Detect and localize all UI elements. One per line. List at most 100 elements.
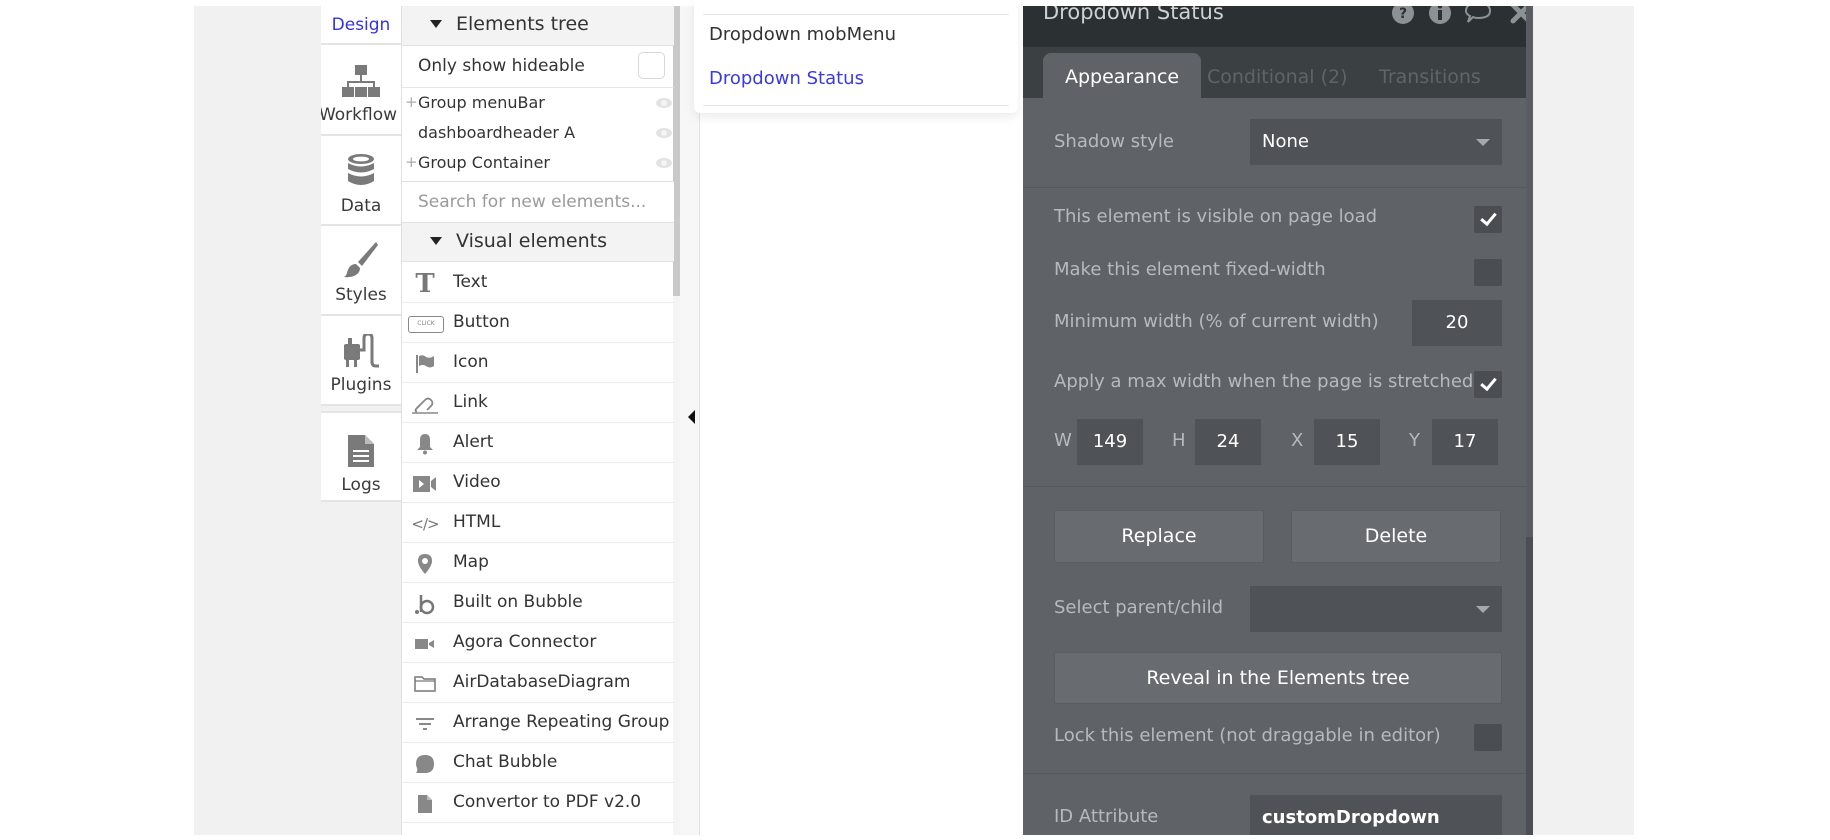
tree-item[interactable]: dashboardheader A (402, 120, 674, 150)
editor-sidebar: Design Workflow Data Styles Plugins Logs (321, 6, 401, 835)
elements-tree-header[interactable]: Elements tree (402, 6, 674, 46)
sidebar-tab-label: Logs (341, 475, 381, 495)
visual-element-label: Map (453, 552, 489, 572)
background-right (1533, 6, 1634, 835)
visual-element-label: HTML (453, 512, 501, 532)
visual-element-map[interactable]: Map (402, 543, 674, 583)
x-label: X (1291, 430, 1304, 451)
tree-item[interactable]: + Group Container (402, 150, 674, 180)
fixed-width-checkbox[interactable] (1474, 259, 1502, 286)
tree-item[interactable]: + Group menuBar (402, 90, 674, 120)
sidebar-tab-plugins[interactable]: Plugins (321, 316, 401, 406)
eye-icon[interactable] (656, 128, 672, 138)
width-input[interactable]: 149 (1077, 419, 1143, 465)
visual-element-airdatabasediagram[interactable]: AirDatabaseDiagram (402, 663, 674, 703)
height-input[interactable]: 24 (1195, 419, 1261, 465)
min-width-input[interactable]: 20 (1412, 300, 1502, 346)
x-input[interactable]: 15 (1314, 419, 1380, 465)
visual-element-alert[interactable]: Alert (402, 423, 674, 463)
brush-icon (344, 242, 378, 278)
chat-bubble-icon (410, 753, 440, 775)
visual-element-built-on-bubble[interactable]: Built on Bubble (402, 583, 674, 623)
id-attribute-label: ID Attribute (1054, 806, 1159, 827)
property-editor-panel: Dropdown Status ? Appearance Conditional… (1023, 6, 1533, 835)
visual-element-button[interactable]: CLICK Button (402, 303, 674, 343)
visual-element-label: Built on Bubble (453, 592, 583, 612)
svg-text:?: ? (1399, 6, 1407, 22)
visible-on-load-checkbox[interactable] (1474, 206, 1502, 233)
visual-element-link[interactable]: Link (402, 383, 674, 423)
visual-element-agora-connector[interactable]: Agora Connector (402, 623, 674, 663)
sidebar-tab-styles[interactable]: Styles (321, 226, 401, 316)
comment-icon[interactable] (1464, 6, 1492, 25)
lock-element-label: Lock this element (not draggable in edit… (1054, 725, 1441, 746)
visual-element-html[interactable]: </> HTML (402, 503, 674, 543)
eye-icon[interactable] (656, 158, 672, 168)
document-icon (348, 435, 374, 467)
camera-icon (410, 633, 440, 655)
background-left (194, 6, 321, 835)
visual-element-convertor-to-pdf[interactable]: Convertor to PDF v2.0 (402, 783, 674, 823)
y-input[interactable]: 17 (1432, 419, 1498, 465)
visual-element-chat-bubble[interactable]: Chat Bubble (402, 743, 674, 783)
expand-plus-icon[interactable]: + (405, 93, 418, 111)
bell-icon (410, 433, 440, 455)
dropdown-option-selected[interactable]: Dropdown Status (709, 68, 864, 89)
sidebar-tab-design[interactable]: Design (321, 6, 401, 45)
visual-element-video[interactable]: Video (402, 463, 674, 503)
sidebar-tab-label: Data (340, 196, 382, 216)
property-editor-header[interactable]: Dropdown Status ? (1023, 6, 1533, 47)
shadow-style-label: Shadow style (1054, 131, 1174, 152)
workflow-icon (342, 65, 380, 97)
search-elements-input[interactable] (402, 182, 674, 222)
dropdown-option[interactable]: Dropdown mobMenu (709, 24, 896, 45)
flag-icon (410, 353, 440, 375)
design-canvas[interactable] (701, 6, 1023, 835)
id-attribute-value: customDropdown (1262, 807, 1440, 828)
fixed-width-label: Make this element fixed-width (1054, 259, 1326, 280)
select-parent-child-select[interactable] (1250, 586, 1502, 632)
expand-plus-icon[interactable]: + (405, 153, 418, 171)
visual-element-text[interactable]: T Text (402, 263, 674, 303)
collapse-triangle-icon (430, 237, 442, 245)
lock-element-checkbox[interactable] (1474, 724, 1502, 751)
visual-elements-header[interactable]: Visual elements (402, 222, 674, 262)
elements-panel-scrollbar[interactable] (673, 6, 680, 296)
delete-button[interactable]: Delete (1291, 510, 1501, 563)
max-width-checkbox[interactable] (1474, 371, 1502, 398)
sidebar-tab-workflow[interactable]: Workflow (321, 45, 401, 136)
info-icon[interactable] (1428, 6, 1452, 25)
visual-element-icon[interactable]: Icon (402, 343, 674, 383)
tab-appearance[interactable]: Appearance (1043, 53, 1202, 98)
visible-on-load-label: This element is visible on page load (1054, 206, 1378, 227)
sidebar-tab-logs[interactable]: Logs (321, 411, 401, 502)
elements-tree-title: Elements tree (456, 13, 589, 35)
visual-element-label: Link (453, 392, 488, 412)
id-attribute-input[interactable]: customDropdown (1250, 795, 1502, 835)
tree-item-name: Group Container (418, 153, 550, 172)
plug-icon (344, 334, 379, 368)
video-icon (410, 473, 440, 495)
map-pin-icon (410, 553, 440, 575)
reveal-in-elements-tree-button[interactable]: Reveal in the Elements tree (1054, 652, 1502, 704)
tab-transitions[interactable]: Transitions (1359, 53, 1503, 98)
chevron-down-icon (1476, 606, 1490, 613)
collapse-triangle-icon (430, 20, 442, 28)
visual-element-label: Video (453, 472, 501, 492)
eye-icon[interactable] (656, 98, 672, 108)
help-icon[interactable]: ? (1391, 6, 1415, 25)
select-parent-child-label: Select parent/child (1054, 597, 1224, 618)
only-show-hideable-checkbox[interactable] (638, 52, 665, 79)
folder-icon (410, 673, 440, 695)
visual-element-label: AirDatabaseDiagram (453, 672, 631, 692)
shadow-style-select[interactable]: None (1250, 119, 1502, 165)
property-editor-scrollbar[interactable] (1526, 537, 1533, 835)
bubble-logo-icon (410, 593, 440, 615)
tab-conditional[interactable]: Conditional (2) (1187, 53, 1370, 98)
replace-button[interactable]: Replace (1054, 510, 1264, 563)
sidebar-tab-data[interactable]: Data (321, 136, 401, 226)
visual-element-arrange-repeating-group[interactable]: Arrange Repeating Group (402, 703, 674, 743)
shadow-style-value: None (1262, 131, 1309, 152)
collapse-panel-arrow-icon[interactable] (688, 410, 695, 424)
file-icon (410, 793, 440, 815)
